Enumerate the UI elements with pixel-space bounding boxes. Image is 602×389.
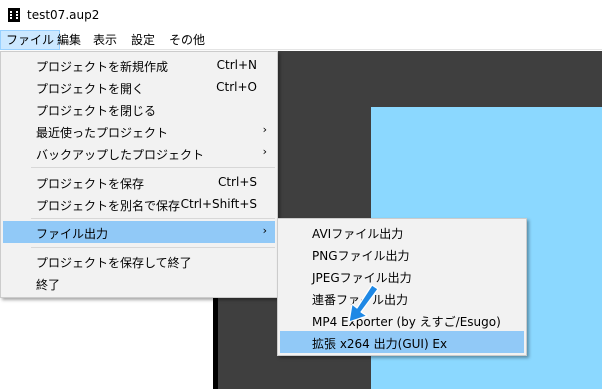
menu-item-file-export[interactable]: ファイル出力 ›	[3, 221, 275, 243]
pointer-arrow-icon	[348, 284, 379, 323]
menu-item-new-project[interactable]: プロジェクトを新規作成 Ctrl+N	[3, 54, 275, 76]
menu-item-label: 最近使ったプロジェクト	[36, 126, 169, 140]
menu-settings[interactable]: 設定	[126, 30, 160, 50]
submenu-item-label: AVIファイル出力	[312, 227, 404, 241]
file-menu: プロジェクトを新規作成 Ctrl+N プロジェクトを開く Ctrl+O プロジェ…	[0, 51, 278, 298]
menu-item-save-as[interactable]: プロジェクトを別名で保存 Ctrl+Shift+S	[3, 193, 275, 215]
menu-item-backup-projects[interactable]: バックアップしたプロジェクト ›	[3, 142, 275, 164]
chevron-right-icon: ›	[262, 224, 267, 237]
submenu-item-mp4-exporter[interactable]: MP4 Exporter (by えすご/Esugo)	[280, 309, 524, 331]
menu-item-label: バックアップしたプロジェクト	[36, 148, 205, 162]
menu-bar: ファイル 編集 表示 設定 その他	[0, 30, 602, 50]
menu-item-close-project[interactable]: プロジェクトを閉じる	[3, 98, 275, 120]
menu-view[interactable]: 表示	[88, 30, 122, 50]
menu-item-exit[interactable]: 終了	[3, 272, 275, 294]
submenu-item-png-export[interactable]: PNGファイル出力	[280, 243, 524, 265]
chevron-right-icon: ›	[262, 145, 267, 158]
menu-other[interactable]: その他	[164, 30, 210, 50]
menu-item-shortcut: Ctrl+S	[217, 175, 257, 189]
window-title: test07.aup2	[27, 8, 100, 22]
menu-item-label: プロジェクトを閉じる	[36, 104, 157, 118]
menu-item-label: プロジェクトを保存	[36, 177, 145, 191]
menu-separator	[31, 167, 275, 168]
submenu-item-label: PNGファイル出力	[312, 249, 410, 263]
submenu-item-avi-export[interactable]: AVIファイル出力	[280, 221, 524, 243]
title-bar: test07.aup2	[0, 0, 602, 30]
menu-item-label: プロジェクトを保存して終了	[36, 256, 192, 270]
menu-item-save-and-exit[interactable]: プロジェクトを保存して終了	[3, 250, 275, 272]
menu-item-label: プロジェクトを開く	[36, 82, 145, 96]
export-submenu: AVIファイル出力 PNGファイル出力 JPEGファイル出力 連番ファイル出力 …	[277, 218, 527, 356]
submenu-item-label: MP4 Exporter (by えすご/Esugo)	[312, 315, 501, 329]
menu-item-shortcut: Ctrl+O	[216, 80, 257, 94]
submenu-item-label: 拡張 x264 出力(GUI) Ex	[312, 337, 448, 351]
menu-separator	[31, 247, 275, 248]
menu-edit[interactable]: 編集	[52, 30, 86, 50]
submenu-item-x264-export[interactable]: 拡張 x264 出力(GUI) Ex	[280, 331, 524, 353]
menu-item-label: プロジェクトを別名で保存	[36, 199, 181, 213]
menu-item-recent-projects[interactable]: 最近使ったプロジェクト ›	[3, 120, 275, 142]
submenu-item-jpeg-export[interactable]: JPEGファイル出力	[280, 265, 524, 287]
menu-item-shortcut: Ctrl+Shift+S	[180, 197, 257, 211]
film-strip-icon	[8, 8, 20, 22]
menu-file[interactable]: ファイル	[0, 30, 61, 50]
menu-separator	[31, 218, 275, 219]
menu-item-label: 終了	[36, 278, 61, 292]
menu-item-label: プロジェクトを新規作成	[36, 60, 169, 74]
menu-item-save-project[interactable]: プロジェクトを保存 Ctrl+S	[3, 171, 275, 193]
menu-item-open-project[interactable]: プロジェクトを開く Ctrl+O	[3, 76, 275, 98]
menu-item-label: ファイル出力	[36, 227, 109, 241]
panel-divider	[213, 290, 218, 389]
chevron-right-icon: ›	[262, 123, 267, 136]
menu-item-shortcut: Ctrl+N	[216, 58, 257, 72]
submenu-item-sequence-export[interactable]: 連番ファイル出力	[280, 287, 524, 309]
